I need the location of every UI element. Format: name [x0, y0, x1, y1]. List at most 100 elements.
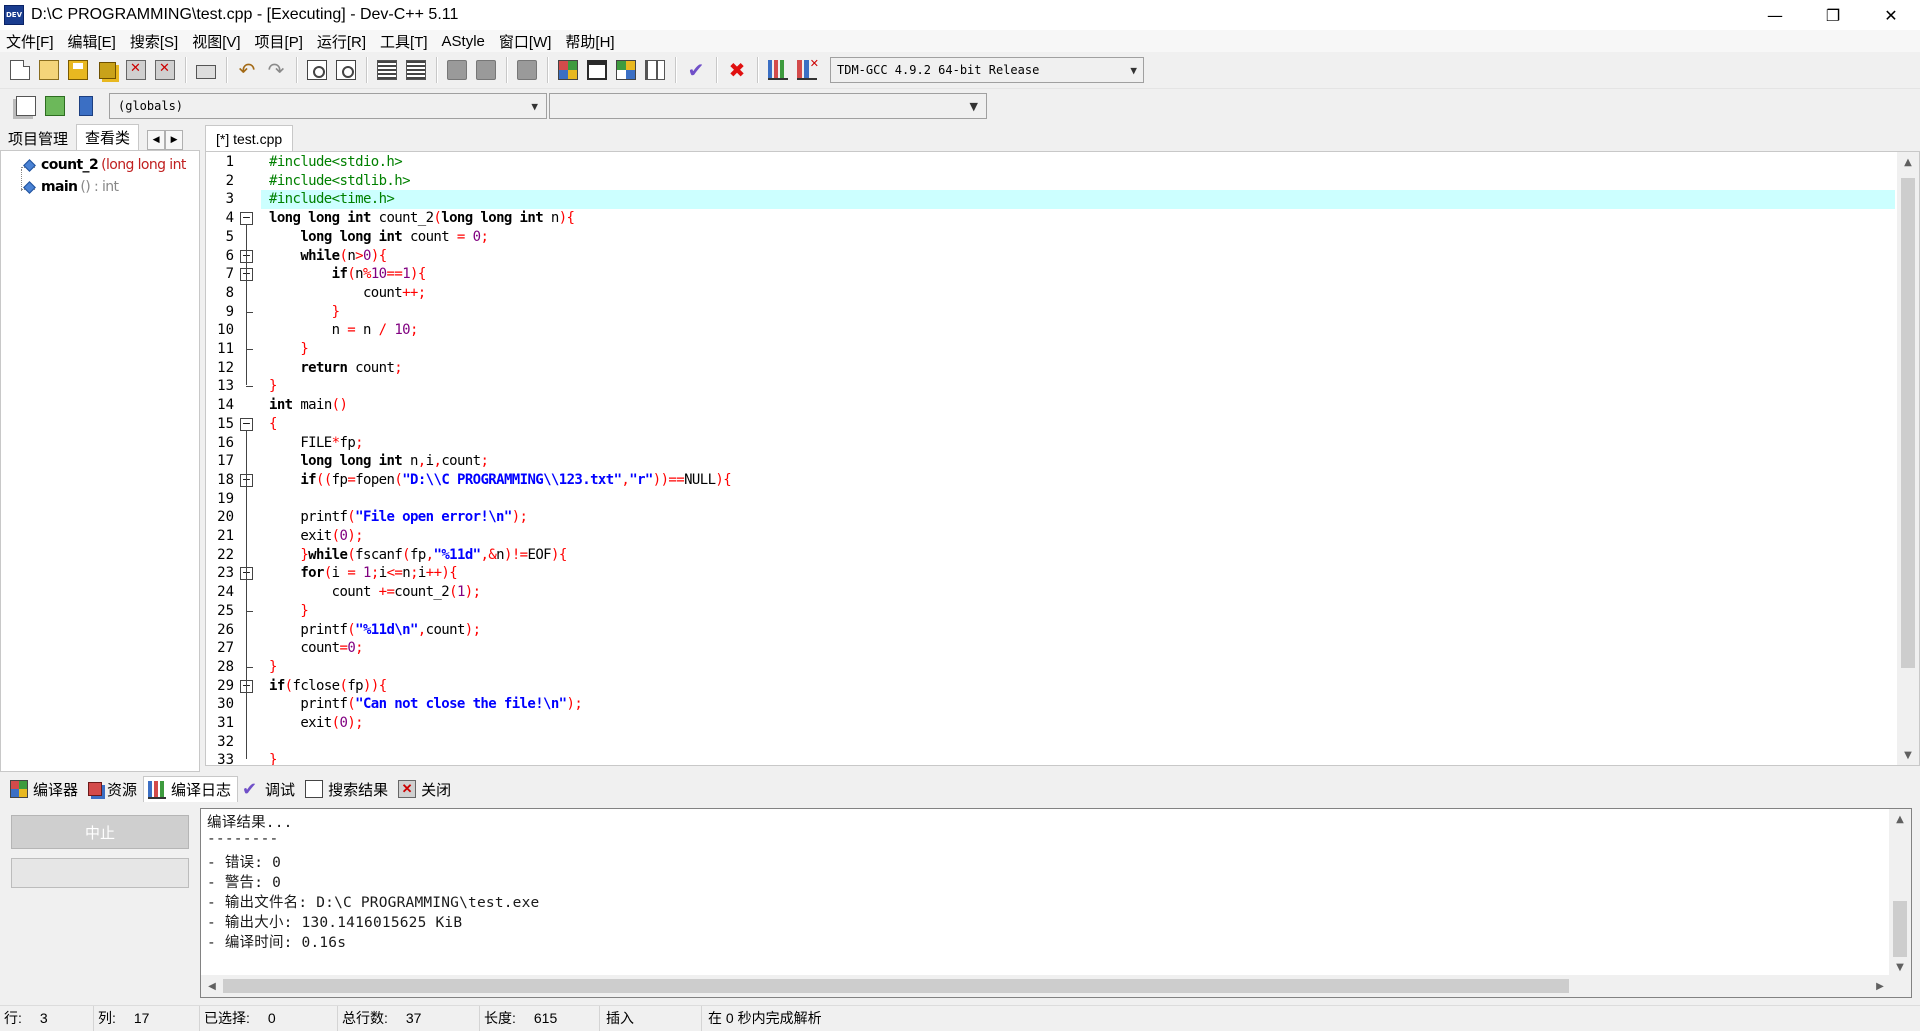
code-line[interactable]: n = n / 10; [261, 321, 1895, 340]
menu-help[interactable]: 帮助[H] [565, 31, 614, 52]
close-window-button[interactable]: ✕ [1862, 0, 1920, 30]
tab-search-results[interactable]: 搜索结果 [301, 776, 394, 802]
restore-button[interactable]: ❐ [1804, 0, 1862, 30]
new-project-button[interactable] [12, 92, 40, 120]
tree-item-main[interactable]: main () : int [1, 179, 119, 195]
minimize-button[interactable]: — [1746, 0, 1804, 30]
code-line[interactable] [261, 733, 1895, 752]
scroll-left-icon[interactable]: ◀ [201, 976, 223, 996]
code-line[interactable]: count++; [261, 284, 1895, 303]
tab-debug[interactable]: ✔ 调试 [238, 776, 301, 802]
code-line[interactable]: long long int count = 0; [261, 228, 1895, 247]
save-button[interactable] [64, 56, 92, 84]
code-line[interactable]: while(n>0){ [261, 247, 1895, 266]
code-line[interactable]: if(n%10==1){ [261, 265, 1895, 284]
editor-tab-test-cpp[interactable]: [*] test.cpp [205, 125, 294, 151]
code-line[interactable]: printf("File open error!\n"); [261, 508, 1895, 527]
compile-button[interactable] [554, 56, 582, 84]
code-line[interactable]: int main() [261, 396, 1895, 415]
add-to-project-button[interactable] [41, 92, 69, 120]
code-line[interactable]: } [261, 602, 1895, 621]
find-button[interactable] [303, 56, 331, 84]
run-button[interactable] [583, 56, 611, 84]
scroll-down-icon[interactable]: ▼ [1889, 957, 1911, 977]
code-line[interactable]: #include<stdio.h> [261, 153, 1895, 172]
tab-close[interactable]: ✕ 关闭 [394, 776, 457, 802]
print-button[interactable] [192, 56, 220, 84]
tab-compile-log[interactable]: 编译日志 [143, 776, 239, 802]
code-line[interactable]: }while(fscanf(fp,"%11d",&n)!=EOF){ [261, 546, 1895, 565]
code-line[interactable]: } [261, 658, 1895, 677]
log-vertical-scrollbar[interactable]: ▲ ▼ [1889, 809, 1911, 977]
code-line[interactable]: printf("Can not close the file!\n"); [261, 695, 1895, 714]
code-line[interactable]: } [261, 377, 1895, 396]
unindent-button[interactable] [402, 56, 430, 84]
code-line[interactable]: return count; [261, 359, 1895, 378]
compiler-select[interactable]: TDM-GCC 4.9.2 64-bit Release ▼ [830, 57, 1144, 83]
close-file-button[interactable] [122, 56, 150, 84]
tree-item-count-2[interactable]: count_2 (long long int [1, 157, 186, 173]
redo-button[interactable]: ↷ [262, 56, 290, 84]
menu-search[interactable]: 搜索[S] [130, 31, 178, 52]
tab-project-manager[interactable]: 项目管理 [0, 126, 76, 150]
code-line[interactable]: } [261, 303, 1895, 322]
project-options-button[interactable] [70, 92, 98, 120]
code-line[interactable]: count=0; [261, 639, 1895, 658]
code-line[interactable]: count +=count_2(1); [261, 583, 1895, 602]
code-line[interactable]: exit(0); [261, 527, 1895, 546]
tab-class-browser[interactable]: 查看类 [76, 124, 140, 150]
forward-button[interactable] [472, 56, 500, 84]
code-line[interactable]: long long int count_2(long long int n){ [261, 209, 1895, 228]
bookmark-button[interactable] [513, 56, 541, 84]
open-project-button[interactable] [35, 56, 63, 84]
code-line[interactable]: #include<stdlib.h> [261, 172, 1895, 191]
scrollbar-thumb[interactable] [1893, 901, 1907, 957]
menu-window[interactable]: 窗口[W] [499, 31, 552, 52]
menu-project[interactable]: 项目[P] [255, 31, 303, 52]
menu-run[interactable]: 运行[R] [317, 31, 366, 52]
scope-select[interactable]: (globals) ▼ [109, 93, 547, 119]
code-line[interactable]: { [261, 415, 1895, 434]
tab-resources[interactable]: 资源 [84, 776, 143, 802]
scrollbar-thumb[interactable] [1901, 178, 1915, 668]
stop-execution-button[interactable]: ✖ [723, 56, 751, 84]
code-line[interactable]: exit(0); [261, 714, 1895, 733]
menu-edit[interactable]: 编辑[E] [68, 31, 116, 52]
stop-compile-button[interactable]: 中止 [11, 815, 189, 849]
back-button[interactable] [443, 56, 471, 84]
new-file-button[interactable] [6, 56, 34, 84]
code-line[interactable]: } [261, 340, 1895, 359]
code-line[interactable]: FILE*fp; [261, 434, 1895, 453]
editor-vertical-scrollbar[interactable]: ▲ ▼ [1897, 152, 1919, 765]
menu-tools[interactable]: 工具[T] [380, 31, 428, 52]
fold-toggle-icon[interactable]: − [240, 417, 253, 431]
scroll-down-icon[interactable]: ▼ [1897, 745, 1919, 765]
scrollbar-thumb[interactable] [223, 979, 1569, 993]
code-line[interactable]: long long int n,i,count; [261, 452, 1895, 471]
syntax-check-button[interactable]: ✔ [682, 56, 710, 84]
scroll-up-icon[interactable]: ▲ [1897, 152, 1919, 172]
tab-scroll-right-button[interactable]: ▶ [165, 130, 184, 150]
code-line[interactable]: printf("%11d\n",count); [261, 621, 1895, 640]
compile-log-output[interactable]: 编译结果... -------- - 错误: 0 - 警告: 0 - 输出文件名… [200, 808, 1912, 998]
profile-button[interactable] [764, 56, 792, 84]
save-all-button[interactable] [93, 56, 121, 84]
menu-astyle[interactable]: AStyle [442, 33, 485, 50]
undo-button[interactable]: ↶ [233, 56, 261, 84]
delete-profile-button[interactable] [793, 56, 821, 84]
code-line[interactable]: } [261, 751, 1895, 765]
close-all-button[interactable] [151, 56, 179, 84]
compile-run-button[interactable] [612, 56, 640, 84]
tab-scroll-left-button[interactable]: ◀ [147, 130, 166, 150]
indent-button[interactable] [373, 56, 401, 84]
menu-view[interactable]: 视图[V] [192, 31, 240, 52]
function-select[interactable]: ▼ [549, 93, 987, 119]
code-line[interactable] [261, 490, 1895, 509]
code-line[interactable]: #include<time.h> [261, 190, 1895, 210]
code-line[interactable]: for(i = 1;i<=n;i++){ [261, 564, 1895, 583]
tab-compiler[interactable]: 编译器 [6, 776, 84, 802]
code-editor[interactable]: 1 2 3 4 5 6 7 8 9 10 11 12 13 14 15 16 17 18 19 20 21 22 23 24 2… [205, 151, 1920, 766]
code-line[interactable]: if((fp=fopen("D:\\C PROGRAMMING\\123.txt… [261, 471, 1895, 490]
menu-file[interactable]: 文件[F] [6, 31, 54, 52]
code-area[interactable]: #include<stdio.h> #include<stdlib.h> #incl… [261, 152, 1895, 765]
